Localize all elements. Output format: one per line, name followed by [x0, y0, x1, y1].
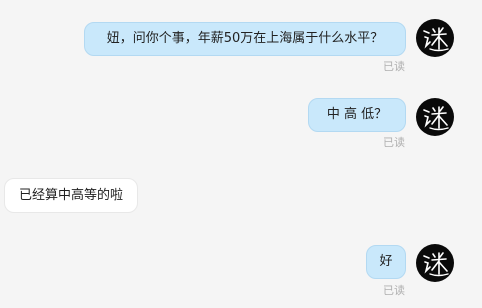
message-bubble-outgoing[interactable]: 好	[366, 245, 406, 279]
read-receipt: 已读	[383, 60, 405, 73]
calligraphy-mi-icon	[423, 27, 449, 52]
read-receipt: 已读	[383, 136, 405, 149]
message-bubble-outgoing[interactable]: 妞，问你个事，年薪50万在上海属于什么水平？	[84, 22, 406, 56]
message-bubble-incoming[interactable]: 已经算中高等的啦	[4, 178, 138, 213]
user-avatar[interactable]	[416, 19, 454, 57]
user-avatar[interactable]	[416, 98, 454, 136]
read-receipt: 已读	[383, 284, 405, 297]
calligraphy-mi-icon	[423, 106, 449, 131]
message-bubble-outgoing[interactable]: 中 高 低？	[308, 98, 406, 132]
user-avatar[interactable]	[416, 244, 454, 282]
calligraphy-mi-icon	[423, 252, 449, 277]
